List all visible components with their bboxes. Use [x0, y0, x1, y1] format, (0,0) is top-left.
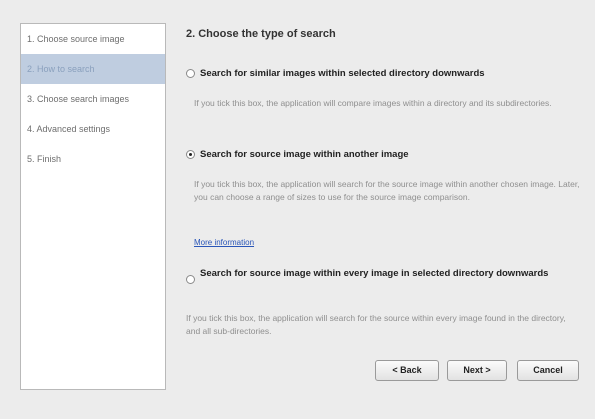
option-source-within-another-description: If you tick this box, the application wi…	[194, 179, 580, 202]
page-title: 2. Choose the type of search	[186, 28, 336, 40]
option-similar-images-label: Search for similar images within selecte…	[200, 68, 485, 79]
more-information-link[interactable]: More information	[194, 238, 254, 247]
option-source-within-every[interactable]: Search for source image within every ima…	[186, 267, 556, 284]
radio-source-within-another[interactable]	[186, 150, 195, 159]
radio-source-within-every[interactable]	[186, 275, 195, 284]
next-button[interactable]: Next >	[447, 360, 507, 381]
sidebar-item-how-to-search[interactable]: 2. How to search	[21, 54, 165, 84]
main-panel: 2. Choose the type of search Search for …	[186, 23, 586, 373]
wizard-steps-sidebar: 1. Choose source image 2. How to search …	[20, 23, 166, 390]
sidebar-item-advanced-settings[interactable]: 4. Advanced settings	[21, 114, 165, 144]
radio-similar-images[interactable]	[186, 69, 195, 78]
option-source-within-every-label: Search for source image within every ima…	[200, 268, 549, 279]
option-similar-images[interactable]: Search for similar images within selecte…	[186, 68, 566, 79]
sidebar-item-choose-source-image[interactable]: 1. Choose source image	[21, 24, 165, 54]
sidebar-item-choose-search-images[interactable]: 3. Choose search images	[21, 84, 165, 114]
sidebar-item-finish[interactable]: 5. Finish	[21, 144, 165, 174]
cancel-button[interactable]: Cancel	[517, 360, 579, 381]
option-source-within-another-label: Search for source image within another i…	[200, 149, 409, 160]
wizard-window: 1. Choose source image 2. How to search …	[0, 0, 595, 419]
option-source-within-every-description: If you tick this box, the application wi…	[186, 313, 566, 336]
option-source-within-another[interactable]: Search for source image within another i…	[186, 149, 566, 160]
option-similar-images-description: If you tick this box, the application wi…	[194, 98, 552, 108]
back-button[interactable]: < Back	[375, 360, 439, 381]
